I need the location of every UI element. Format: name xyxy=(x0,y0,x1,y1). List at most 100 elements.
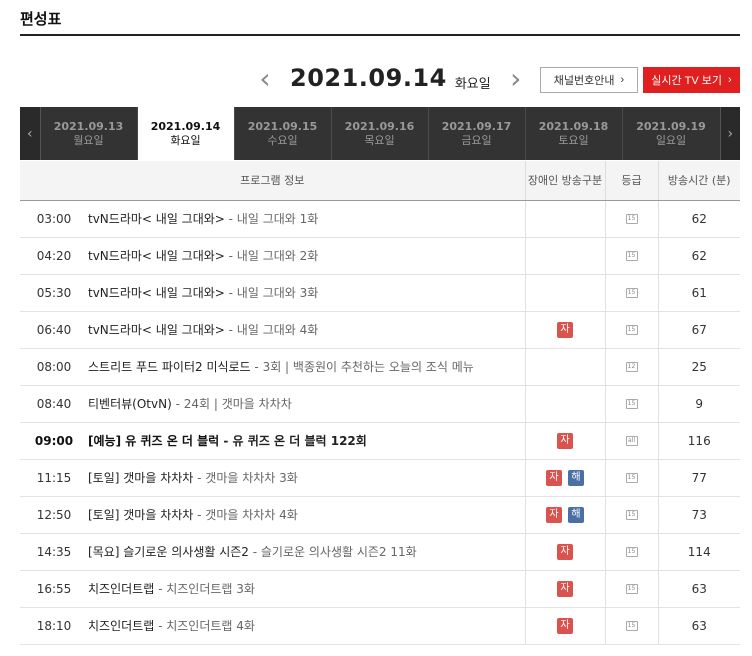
program-cell: 18:10 치즈인더트랩 - 치즈인더트랩 4화 xyxy=(20,607,525,645)
table-row[interactable]: 14:35 [목요] 슬기로운 의사생활 시즌2 - 슬기로운 의사생활 시즌2 … xyxy=(20,533,740,571)
duration-cell: 62 xyxy=(657,237,740,275)
age-rating-icon: 15 xyxy=(625,547,638,557)
broadcast-time: 08:40 xyxy=(36,397,72,411)
table-row[interactable]: 03:00 tvN드라마< 내일 그대와> - 내일 그대와 1화 15 62 xyxy=(20,200,740,238)
tab-day[interactable]: 2021.09.19 일요일 xyxy=(623,107,720,160)
duration-cell: 114 xyxy=(657,533,740,571)
program-title[interactable]: [목요] 슬기로운 의사생활 시즌2 xyxy=(88,545,249,559)
table-row[interactable]: 08:00 스트리트 푸드 파이터2 미식로드 - 3회 | 백종원이 추천하는 … xyxy=(20,348,740,386)
tab-date: 2021.09.16 xyxy=(344,119,415,133)
rating-cell: 15 xyxy=(604,200,658,238)
episode-info: - 3회 | 백종원이 추천하는 오늘의 조식 메뉴 xyxy=(250,360,474,374)
chevron-left-icon[interactable]: ‹ xyxy=(20,107,41,160)
accessibility-cell: 자 xyxy=(524,533,605,571)
tab-day[interactable]: 2021.09.18 토요일 xyxy=(526,107,623,160)
commentary-badge: 해 xyxy=(568,506,584,523)
table-row[interactable]: 16:55 치즈인더트랩 - 치즈인더트랩 3화 자 15 63 xyxy=(20,570,740,608)
accessibility-cell xyxy=(524,237,605,275)
rating-cell: 15 xyxy=(604,274,658,312)
program-title[interactable]: tvN드라마< 내일 그대와> xyxy=(88,249,225,263)
table-row[interactable]: 08:40 티벤터뷰(OtvN) - 24회 | 갯마을 차차차 15 9 xyxy=(20,385,740,423)
rating-cell: 15 xyxy=(604,607,658,645)
tab-weekday: 목요일 xyxy=(364,133,395,147)
program-title[interactable]: [토일] 갯마을 차차차 xyxy=(88,508,193,522)
episode-info: - 갯마을 차차차 3화 xyxy=(193,471,298,485)
table-row[interactable]: 04:20 tvN드라마< 내일 그대와> - 내일 그대와 2화 15 62 xyxy=(20,237,740,275)
broadcast-time: 18:10 xyxy=(36,619,72,633)
channel-guide-label: 채널번호안내 xyxy=(553,75,615,87)
tab-day[interactable]: 2021.09.16 목요일 xyxy=(332,107,429,160)
table-row[interactable]: 18:10 치즈인더트랩 - 치즈인더트랩 4화 자 15 63 xyxy=(20,607,740,645)
table-row[interactable]: 05:30 tvN드라마< 내일 그대와> - 내일 그대와 3화 15 61 xyxy=(20,274,740,312)
broadcast-time: 06:40 xyxy=(36,323,72,337)
rating-cell: 15 xyxy=(604,459,658,497)
subtitle-badge: 자 xyxy=(557,617,573,634)
duration-cell: 62 xyxy=(657,200,740,238)
program-title[interactable]: tvN드라마< 내일 그대와> xyxy=(88,286,225,300)
tab-date: 2021.09.13 xyxy=(53,119,124,133)
accessibility-cell: 자해 xyxy=(524,459,605,497)
program-cell: 05:30 tvN드라마< 내일 그대와> - 내일 그대와 3화 xyxy=(20,274,525,312)
day-tabs: 2021.09.13 월요일 2021.09.14 화요일 2021.09.15 수요일 2… xyxy=(41,107,720,160)
program-title[interactable]: [토일] 갯마을 차차차 xyxy=(88,471,193,485)
program-cell: 11:15 [토일] 갯마을 차차차 - 갯마을 차차차 3화 xyxy=(20,459,525,497)
age-rating-icon: 12 xyxy=(625,362,638,372)
table-row[interactable]: 06:40 tvN드라마< 내일 그대와> - 내일 그대와 4화 자 15 67 xyxy=(20,311,740,349)
channel-guide-button[interactable]: 채널번호안내 › xyxy=(540,67,638,93)
tab-day[interactable]: 2021.09.15 수요일 xyxy=(235,107,332,160)
broadcast-time: 14:35 xyxy=(36,545,72,559)
program-cell: 16:55 치즈인더트랩 - 치즈인더트랩 3화 xyxy=(20,570,525,608)
tab-day[interactable]: 2021.09.13 월요일 xyxy=(41,107,138,160)
chevron-right-icon[interactable]: › xyxy=(501,60,531,96)
tab-weekday: 수요일 xyxy=(267,133,298,147)
table-row[interactable]: 09:00 [예능] 유 퀴즈 온 더 블럭 - 유 퀴즈 온 더 블럭 122회… xyxy=(20,422,740,460)
program-title[interactable]: 치즈인더트랩 xyxy=(88,582,154,596)
chevron-right-icon[interactable]: › xyxy=(719,107,740,160)
tab-day[interactable]: 2021.09.14 화요일 xyxy=(137,107,235,160)
table-row[interactable]: 11:15 [토일] 갯마을 차차차 - 갯마을 차차차 3화 자 해 15 77 xyxy=(20,459,740,497)
episode-info: - 내일 그대와 2화 xyxy=(224,249,319,263)
program-title[interactable]: [예능] 유 퀴즈 온 더 블럭 xyxy=(88,434,219,448)
duration-cell: 116 xyxy=(657,422,740,460)
tab-day[interactable]: 2021.09.17 금요일 xyxy=(429,107,526,160)
episode-info: - 치즈인더트랩 3화 xyxy=(154,582,255,596)
program-title[interactable]: 티벤터뷰(OtvN) xyxy=(88,397,172,411)
episode-info: - 치즈인더트랩 4화 xyxy=(154,619,255,633)
duration-cell: 63 xyxy=(657,570,740,608)
program-cell: 08:40 티벤터뷰(OtvN) - 24회 | 갯마을 차차차 xyxy=(20,385,525,423)
duration-cell: 25 xyxy=(657,348,740,386)
tab-date: 2021.09.19 xyxy=(636,119,706,133)
rating-cell: 15 xyxy=(604,385,658,423)
header-rating: 등급 xyxy=(604,161,658,201)
live-tv-button[interactable]: 실시간 TV 보기 › xyxy=(643,67,740,93)
broadcast-time: 03:00 xyxy=(36,212,72,226)
episode-info: - 갯마을 차차차 4화 xyxy=(193,508,298,522)
duration-cell: 67 xyxy=(657,311,740,349)
age-rating-icon: 15 xyxy=(625,510,638,520)
age-rating-icon: 15 xyxy=(625,399,638,409)
age-rating-icon: 15 xyxy=(625,288,638,298)
program-title[interactable]: 치즈인더트랩 xyxy=(88,619,154,633)
rating-cell: 15 xyxy=(604,311,658,349)
rating-cell: 15 xyxy=(604,496,658,534)
accessibility-cell: 자 xyxy=(524,311,605,349)
program-title[interactable]: 스트리트 푸드 파이터2 미식로드 xyxy=(88,360,251,374)
table-row[interactable]: 12:50 [토일] 갯마을 차차차 - 갯마을 차차차 4화 자 해 15 73 xyxy=(20,496,740,534)
table-header-row: 프로그램 정보 장애인 방송구분 등급 방송시간 (분) xyxy=(20,161,740,201)
subtitle-badge: 자 xyxy=(546,469,562,486)
tab-weekday: 일요일 xyxy=(655,133,687,147)
accessibility-cell: 자 xyxy=(524,422,605,460)
program-title[interactable]: tvN드라마< 내일 그대와> xyxy=(88,323,225,337)
tab-date: 2021.09.15 xyxy=(247,119,318,133)
tab-weekday: 금요일 xyxy=(461,133,492,147)
program-title[interactable]: tvN드라마< 내일 그대와> xyxy=(88,212,225,226)
day-tab-strip: ‹ 2021.09.13 월요일 2021.09.14 화요일 2021.09.15 수요… xyxy=(20,107,740,160)
program-cell: 04:20 tvN드라마< 내일 그대와> - 내일 그대와 2화 xyxy=(20,237,525,275)
commentary-badge: 해 xyxy=(568,469,584,486)
episode-info: - 내일 그대와 4화 xyxy=(224,323,319,337)
rating-cell: 15 xyxy=(604,570,658,608)
tab-weekday: 토요일 xyxy=(558,133,589,147)
accessibility-cell: 자 xyxy=(524,570,605,608)
chevron-left-icon[interactable]: ‹ xyxy=(250,60,280,96)
duration-cell: 73 xyxy=(657,496,740,534)
